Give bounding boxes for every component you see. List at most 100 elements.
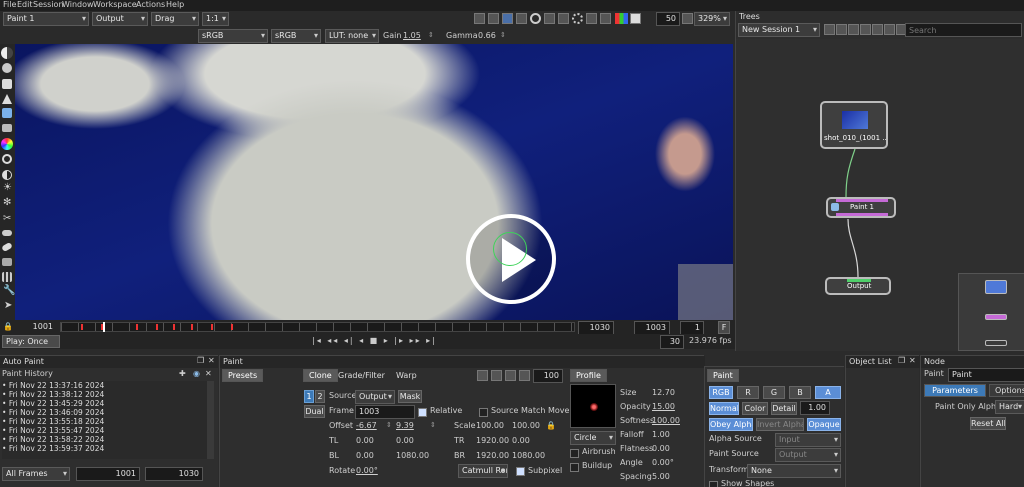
offset-x-value[interactable]: -6.67 <box>356 420 377 432</box>
smudge-icon[interactable] <box>2 230 12 236</box>
tl-y-value[interactable]: 0.00 <box>396 435 414 447</box>
tree-tool-icon[interactable] <box>884 24 895 35</box>
menu-help[interactable]: Help <box>166 0 184 11</box>
source-slot-1[interactable]: 1 <box>304 390 314 403</box>
paint-node[interactable]: Paint 1 <box>826 197 896 218</box>
spacing-value[interactable]: 5.00 <box>652 471 670 483</box>
list-item[interactable]: • Fri Nov 22 13:38:12 2024 <box>2 390 214 399</box>
history-scrollbar[interactable] <box>207 381 214 459</box>
graph-minimap[interactable] <box>958 273 1024 351</box>
timeline-end-field[interactable]: 1030 <box>578 321 614 335</box>
offset-y-value[interactable]: 9.39 <box>396 420 414 432</box>
node-name-field[interactable]: Paint <box>948 368 1024 382</box>
flatness-value[interactable]: 0.00 <box>652 443 670 455</box>
opacity-value[interactable]: 15.00 <box>652 401 675 413</box>
buildup-checkbox[interactable] <box>570 463 579 472</box>
menu-edit[interactable]: Edit <box>17 0 33 11</box>
half-circle-icon[interactable] <box>1 47 13 59</box>
magnifier-icon[interactable] <box>530 13 541 24</box>
angle-value[interactable]: 0.00° <box>652 457 674 469</box>
sparkle-icon[interactable]: ✻ <box>3 197 11 209</box>
channel-rgb-button[interactable]: RGB <box>709 386 733 399</box>
tree-tool-icon[interactable] <box>860 24 871 35</box>
rotate-value[interactable]: 0.00° <box>356 465 378 477</box>
softness-value[interactable]: 100.00 <box>652 415 680 427</box>
menu-file[interactable]: File <box>3 0 16 11</box>
channel-r-button[interactable]: R <box>737 386 759 399</box>
relative-checkbox[interactable] <box>418 408 427 417</box>
paint-source-dropdown[interactable]: Output <box>775 448 841 462</box>
offset-x-spinner-icon[interactable]: ⇕ <box>386 421 392 429</box>
opaque-button[interactable]: Opaque <box>807 418 841 431</box>
menu-actions[interactable]: Actions <box>136 0 165 11</box>
subpixel-checkbox[interactable] <box>516 467 525 476</box>
fps-frames-field[interactable]: 30 <box>660 335 684 349</box>
session-dropdown[interactable]: New Session 1 <box>738 23 820 37</box>
list-item[interactable]: • Fri Nov 22 13:59:37 2024 <box>2 444 214 453</box>
obey-alpha-button[interactable]: Obey Alpha <box>709 418 753 431</box>
source-node[interactable]: shot_010_(1001 ... <box>820 101 888 149</box>
camera-icon[interactable] <box>474 13 485 24</box>
panel-close-icon[interactable]: ✕ <box>208 355 215 367</box>
mode-dropdown[interactable]: Drag <box>151 12 199 26</box>
tl-x-value[interactable]: 0.00 <box>356 435 374 447</box>
tab-options[interactable]: Options <box>989 384 1024 397</box>
color-channels-icon[interactable] <box>615 13 628 24</box>
frame-number-field[interactable]: 50 <box>656 12 680 26</box>
panel-float-icon[interactable]: ❐ <box>898 355 905 367</box>
channel-a-button[interactable]: A <box>815 386 841 399</box>
tree-tool-icon[interactable] <box>848 24 859 35</box>
source-match-checkbox[interactable] <box>479 408 488 417</box>
invert-alpha-button[interactable]: Invert Alpha <box>756 418 804 431</box>
lut-display-dropdown[interactable]: sRGB <box>271 29 321 43</box>
gamma-value[interactable]: 0.66 <box>478 30 496 42</box>
bucket-icon[interactable] <box>2 108 12 118</box>
circle-icon[interactable] <box>2 154 12 164</box>
lut-input-dropdown[interactable]: sRGB <box>198 29 268 43</box>
brush-opacity-field[interactable]: 100 <box>533 369 563 383</box>
compare-icon[interactable] <box>586 13 597 24</box>
range-start-field[interactable]: 1001 <box>76 467 140 481</box>
bl-x-value[interactable]: 0.00 <box>356 450 374 462</box>
offset-y-spinner-icon[interactable]: ⇕ <box>430 421 436 429</box>
frame-flag-button[interactable]: F <box>718 321 730 334</box>
tab-warp[interactable]: Warp <box>390 369 423 382</box>
gain-spinner-icon[interactable]: ⇕ <box>428 31 434 39</box>
triangle-icon[interactable] <box>2 94 12 104</box>
brush-preset-icon[interactable] <box>519 370 530 381</box>
detail-button[interactable]: Detail <box>771 402 797 415</box>
list-item[interactable]: • Fri Nov 22 13:58:22 2024 <box>2 435 214 444</box>
grid-tool-icon[interactable] <box>2 272 12 282</box>
list-item[interactable]: • Fri Nov 22 13:37:16 2024 <box>2 381 214 390</box>
current-frame-field[interactable]: 1003 <box>634 321 670 335</box>
sun-icon[interactable]: ☀ <box>3 182 12 194</box>
br-y-value[interactable]: 1080.00 <box>512 450 545 462</box>
menu-window[interactable]: Window <box>62 0 94 11</box>
history-list[interactable]: • Fri Nov 22 13:37:16 2024 • Fri Nov 22 … <box>2 381 214 459</box>
zoom-dropdown[interactable]: 329% <box>694 12 730 26</box>
gain-value[interactable]: 1.05 <box>403 30 421 42</box>
transform-dropdown[interactable]: None <box>747 464 841 478</box>
blob-icon[interactable] <box>2 63 12 73</box>
alpha-source-dropdown[interactable]: Input <box>775 433 841 447</box>
airbrush-checkbox[interactable] <box>570 449 579 458</box>
scale-x-value[interactable]: 100.00 <box>476 420 504 432</box>
lut-dropdown[interactable]: LUT: none <box>325 29 379 43</box>
film-icon[interactable] <box>2 258 12 266</box>
view-dropdown[interactable]: Paint 1 <box>3 12 89 26</box>
detail-value-field[interactable]: 1.00 <box>800 401 830 415</box>
delete-icon[interactable]: ✕ <box>205 368 212 380</box>
channel-b-button[interactable]: B <box>789 386 811 399</box>
band-aid-icon[interactable] <box>1 241 13 253</box>
tr-y-value[interactable]: 0.00 <box>512 435 530 447</box>
paint-only-alpha-dropdown[interactable]: Hard <box>995 400 1024 414</box>
br-x-value[interactable]: 1920.00 <box>476 450 509 462</box>
settings-icon[interactable] <box>572 13 583 24</box>
pointer-icon[interactable]: ➤ <box>4 300 12 312</box>
filter-dropdown[interactable]: Catmull Rom <box>458 464 508 478</box>
frames-dropdown[interactable]: All Frames <box>2 467 70 481</box>
wrench-icon[interactable]: 🔧 <box>3 285 15 297</box>
presets-tab[interactable]: Presets <box>222 369 264 382</box>
panel-float-icon[interactable]: ❐ <box>197 355 204 367</box>
eye-icon[interactable]: ◉ <box>193 368 200 380</box>
